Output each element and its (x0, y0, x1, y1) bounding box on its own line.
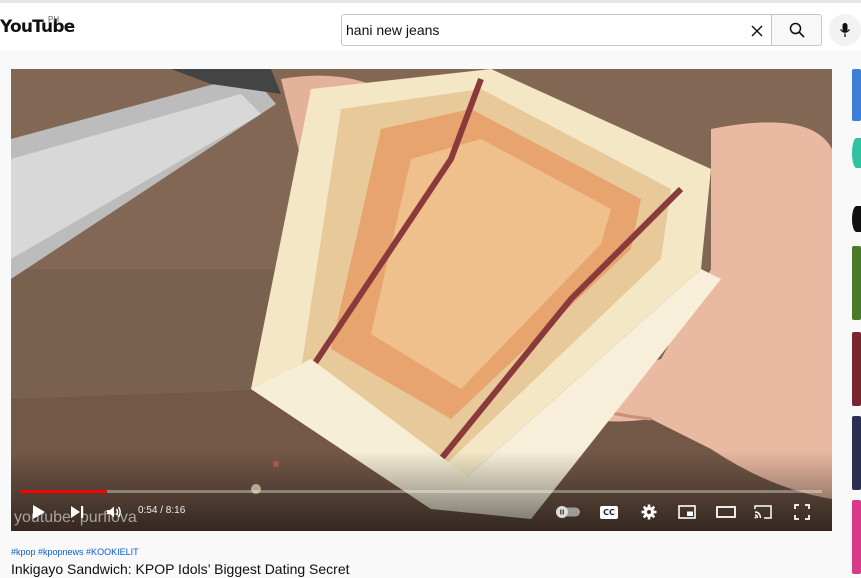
recommended-thumbnail[interactable] (852, 246, 861, 320)
top-bar: YouTube PH (0, 0, 861, 50)
progress-bar[interactable] (20, 490, 822, 493)
captions-icon: CC (600, 505, 618, 519)
fullscreen-icon (794, 504, 810, 520)
miniplayer-button[interactable] (676, 502, 698, 522)
mute-button[interactable] (103, 501, 125, 523)
search-box[interactable] (341, 14, 771, 46)
time-display: 0:54 / 8:16 (138, 505, 186, 516)
autoplay-toggle[interactable] (554, 504, 582, 520)
video-hashtags[interactable]: #kpop #kpopnews #KOOKIELIT (11, 547, 139, 557)
clear-search-button[interactable] (747, 21, 767, 41)
autoplay-toggle-icon (556, 506, 580, 518)
youtube-logo[interactable]: YouTube (0, 17, 75, 37)
video-title: Inkigayo Sandwich: KPOP Idols’ Biggest D… (11, 561, 350, 577)
video-player[interactable]: youtube: purflova 0:54 / 8:16 CC (11, 69, 832, 531)
recommended-thumbnail[interactable] (852, 69, 861, 121)
play-icon (33, 505, 45, 519)
theater-mode-button[interactable] (714, 502, 738, 522)
progress-played (20, 490, 108, 493)
miniplayer-icon (678, 505, 696, 519)
theater-icon (716, 506, 736, 518)
volume-icon (107, 506, 121, 518)
voice-search-button[interactable] (829, 14, 861, 46)
mic-icon (839, 23, 851, 37)
search-icon (789, 22, 805, 38)
close-icon (751, 25, 763, 37)
settings-icon (641, 504, 657, 520)
cast-icon (754, 505, 772, 519)
search-button[interactable] (771, 14, 822, 46)
recommended-thumbnail[interactable] (852, 416, 861, 490)
recommended-avatar[interactable] (852, 138, 861, 168)
fullscreen-button[interactable] (791, 502, 813, 522)
next-button[interactable] (66, 501, 88, 523)
play-button[interactable] (28, 501, 50, 523)
settings-button[interactable] (638, 502, 660, 522)
captions-button[interactable]: CC (598, 502, 620, 522)
search-input[interactable] (346, 18, 726, 42)
cast-button[interactable] (752, 502, 774, 522)
recommended-thumbnail[interactable] (852, 332, 861, 406)
recommended-avatar[interactable] (852, 206, 861, 232)
region-code: PH (48, 15, 60, 24)
next-icon (71, 506, 84, 518)
recommended-thumbnail[interactable] (852, 500, 861, 574)
